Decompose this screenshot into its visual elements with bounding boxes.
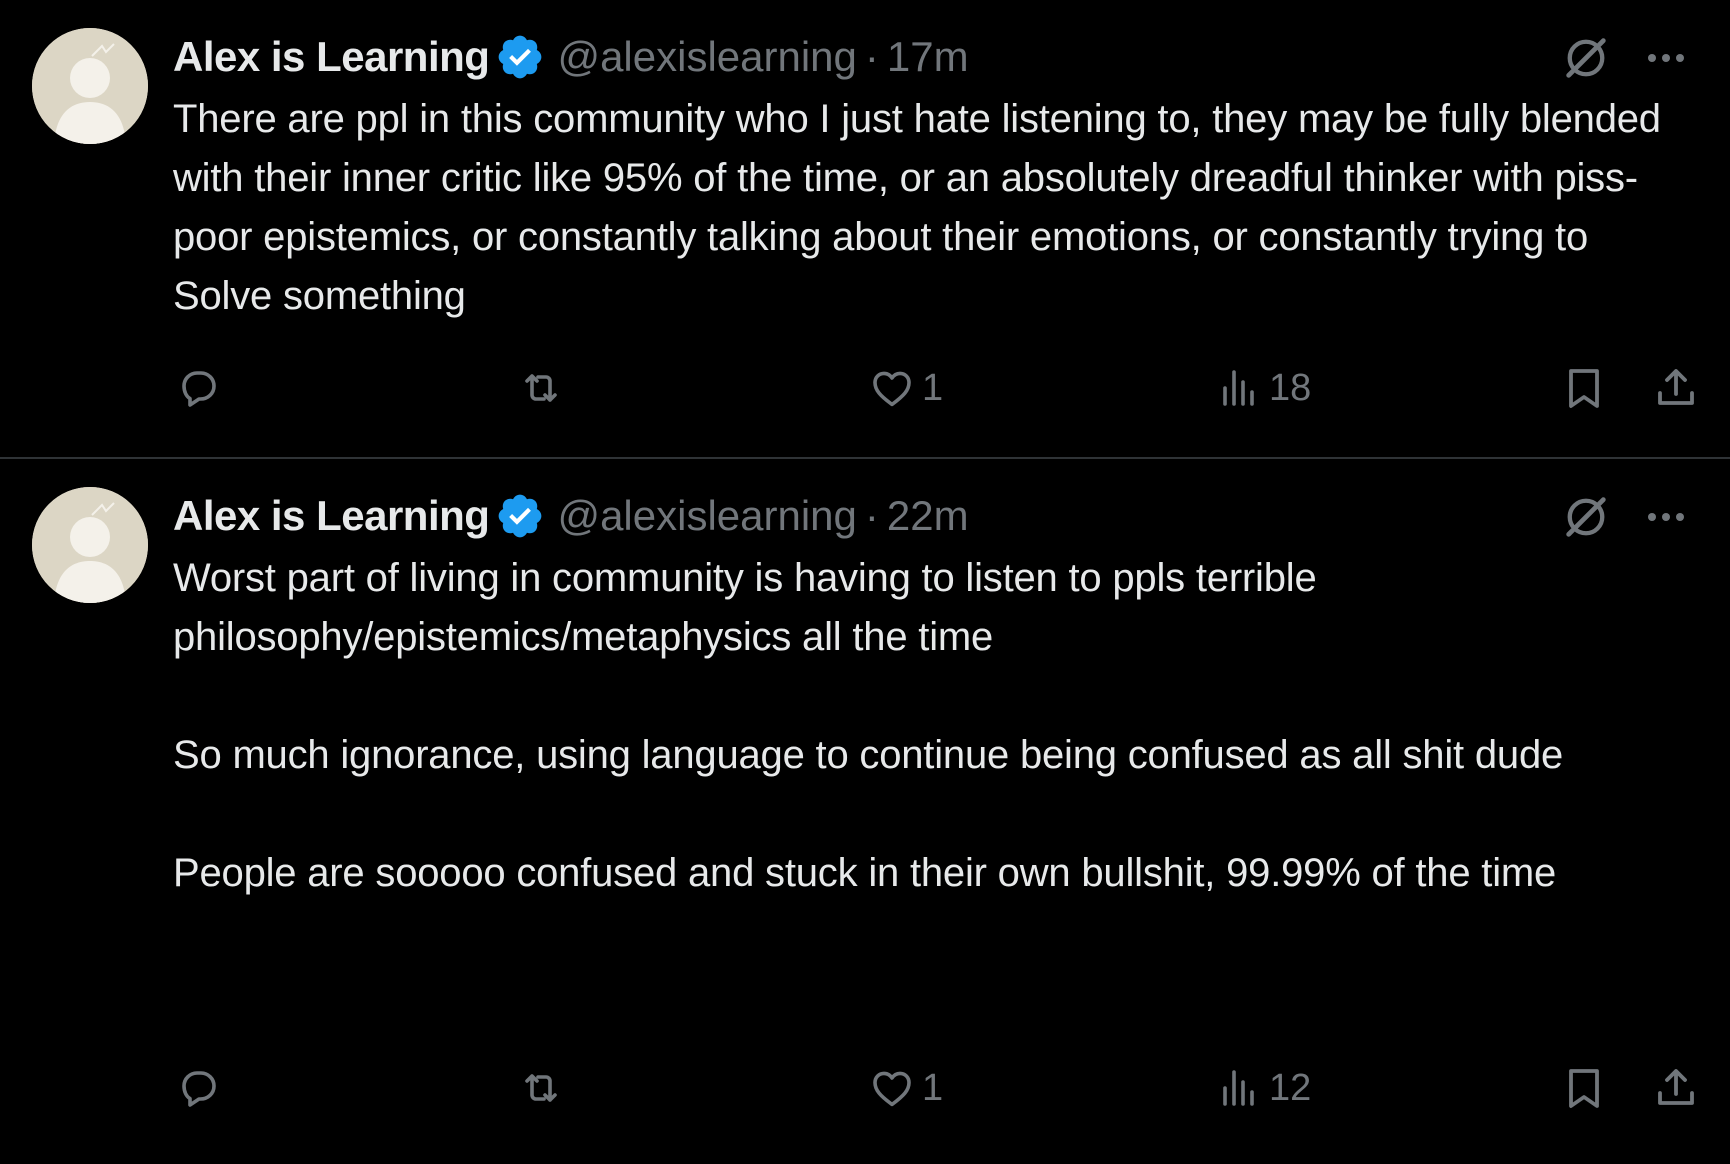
separator-dot: · — [864, 492, 879, 539]
views-button[interactable]: 18 — [1215, 364, 1311, 412]
tweet[interactable]: Alex is Learning @alexislearning · 17m T… — [0, 0, 1730, 459]
reply-icon — [182, 371, 216, 407]
more-options-icon[interactable] — [1642, 34, 1690, 82]
like-button[interactable]: 1 — [868, 364, 943, 412]
like-button[interactable]: 1 — [868, 1064, 943, 1112]
display-name[interactable]: Alex is Learning — [173, 492, 490, 540]
heart-icon — [873, 371, 911, 407]
reply-button[interactable] — [175, 1064, 223, 1112]
tweet[interactable]: Alex is Learning @alexislearning · 22m W… — [0, 459, 1730, 1164]
share-button[interactable] — [1652, 1064, 1700, 1112]
heart-icon — [873, 1071, 911, 1107]
more-options-icon[interactable] — [1642, 493, 1690, 541]
grok-icon[interactable] — [1560, 491, 1612, 543]
avatar[interactable] — [32, 28, 148, 144]
user-handle[interactable]: @alexislearning — [557, 33, 856, 81]
grok-icon[interactable] — [1560, 32, 1612, 84]
timestamp[interactable]: 22m — [887, 492, 969, 540]
default-avatar-icon — [32, 28, 148, 144]
retweet-icon — [525, 1074, 557, 1102]
separator-dot: · — [864, 33, 879, 80]
retweet-button[interactable] — [517, 1064, 565, 1112]
reply-button[interactable] — [175, 364, 223, 412]
views-icon — [1223, 370, 1254, 406]
tweet-header: Alex is Learning @alexislearning · 17m — [173, 24, 1690, 90]
view-count: 12 — [1269, 1066, 1312, 1109]
tweet-actions: 1 12 — [175, 1064, 1702, 1124]
verified-badge-icon[interactable] — [495, 491, 545, 541]
reply-icon — [182, 1071, 216, 1107]
views-icon — [1223, 1070, 1254, 1106]
share-button[interactable] — [1652, 364, 1700, 412]
share-icon — [1658, 369, 1694, 405]
bookmark-button[interactable] — [1560, 364, 1608, 412]
timestamp[interactable]: 17m — [887, 33, 969, 81]
display-name[interactable]: Alex is Learning — [173, 33, 490, 81]
tweet-text: Worst part of living in community is hav… — [173, 556, 1564, 895]
retweet-icon — [525, 374, 557, 402]
bookmark-button[interactable] — [1560, 1064, 1608, 1112]
bookmark-icon — [1569, 1069, 1599, 1108]
like-count: 1 — [922, 366, 944, 409]
like-count: 1 — [922, 1066, 944, 1109]
tweet-text: There are ppl in this community who I ju… — [173, 97, 1661, 318]
avatar[interactable] — [32, 487, 148, 603]
user-handle[interactable]: @alexislearning — [557, 492, 856, 540]
views-button[interactable]: 12 — [1215, 1064, 1311, 1112]
tweet-header: Alex is Learning @alexislearning · 22m — [173, 483, 1690, 549]
retweet-button[interactable] — [517, 364, 565, 412]
verified-badge-icon[interactable] — [495, 32, 545, 82]
bookmark-icon — [1569, 369, 1599, 408]
default-avatar-icon — [32, 487, 148, 603]
view-count: 18 — [1269, 366, 1312, 409]
tweet-actions: 1 18 — [175, 364, 1702, 424]
share-icon — [1658, 1069, 1694, 1105]
